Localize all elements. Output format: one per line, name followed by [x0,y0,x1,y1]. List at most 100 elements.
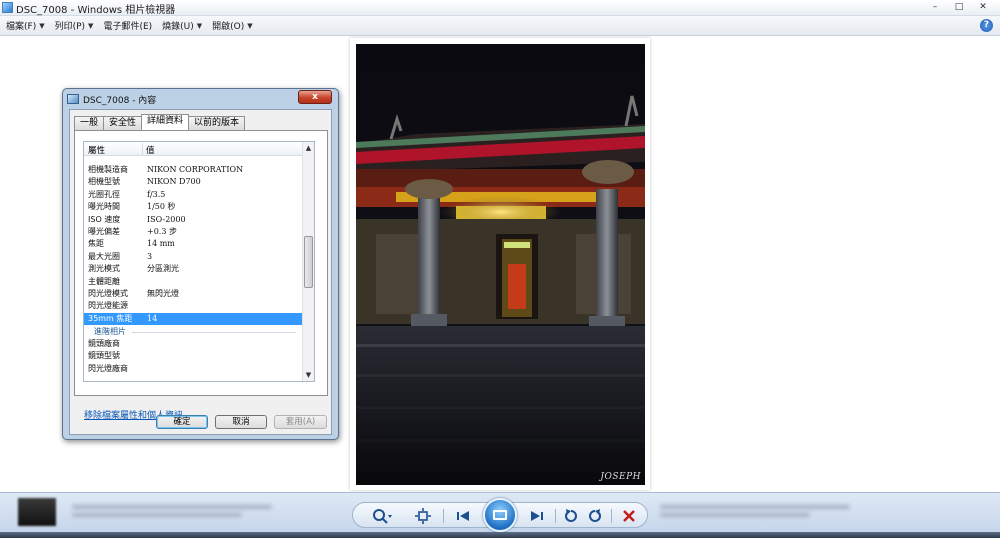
scroll-thumb[interactable] [304,236,313,288]
rotate-ccw-icon[interactable] [561,507,581,525]
tab-details[interactable]: 詳細資料 [141,114,190,130]
tab-security[interactable]: 安全性 [103,116,143,130]
scroll-up-icon[interactable]: ▲ [303,142,314,154]
table-row[interactable]: 最大光圈 3 [84,251,304,263]
table-row[interactable]: 曝光偏差 +0.3 步 [84,226,304,238]
table-row[interactable]: 閃光燈能源 [84,300,304,312]
properties-dialog: DSC_7008 - 內容 x 一般 安全性 詳細資料 以前的版本 屬性 值 相… [62,88,339,440]
table-row[interactable]: 閃光燈廠商 [84,363,304,375]
os-taskbar [0,532,1000,538]
property-value: 分區測光 [147,264,179,274]
menu-burn[interactable]: 燒錄(U) ▼ [162,19,202,33]
table-row[interactable]: 測光模式 分區測光 [84,263,304,275]
scroll-down-icon[interactable]: ▼ [303,369,314,381]
dialog-title-bar: DSC_7008 - 內容 [67,92,156,106]
property-value: 3 [147,251,153,261]
menu-burn-label: 燒錄(U) [162,22,194,32]
menu-bar: 檔案(F) ▼ 列印(P) ▼ 電子郵件(E) 燒錄(U) ▼ 開啟(O) ▼ … [0,16,1000,36]
window-controls: – □ ✕ [924,0,994,15]
delete-icon[interactable] [619,507,639,525]
menu-email[interactable]: 電子郵件(E) [103,19,152,32]
fit-window-icon[interactable] [413,507,433,525]
tab-previous-versions[interactable]: 以前的版本 [188,116,246,130]
property-key: 主體距離 [88,276,120,286]
dialog-close-button[interactable]: x [298,90,332,104]
title-bar: DSC_7008 - Windows 相片檢視器 – □ ✕ [0,0,1000,16]
property-key: 曝光時間 [88,202,120,212]
rotate-cw-icon[interactable] [585,507,605,525]
property-value: 14 mm [147,239,175,249]
file-icon [67,94,79,104]
app-icon [2,2,13,13]
maximize-button[interactable]: □ [948,0,970,14]
property-list[interactable]: 屬性 值 相機製造商 NIKON CORPORATION 相機型號 NIKON D7… [83,141,315,382]
property-key: 測光模式 [88,264,120,274]
help-icon[interactable]: ? [980,19,993,32]
property-key: 曝光偏差 [88,226,120,236]
next-icon[interactable] [527,507,547,525]
menu-email-label: 電子郵件(E) [103,22,153,32]
property-key: ISO 速度 [88,214,121,224]
property-value: ISO-2000 [147,214,186,224]
column-value[interactable]: 值 [146,144,155,156]
column-separator[interactable] [142,143,143,155]
toolbar-separator [555,509,556,523]
property-value: NIKON CORPORATION [147,165,244,174]
property-value: f/3.5 [147,189,166,199]
blurred-file-info [72,501,292,523]
menu-open[interactable]: 開啟(O) ▼ [212,19,253,33]
table-row[interactable]: 相機型號 NIKON D700 [84,176,304,188]
playback-controls [352,498,648,532]
property-key: 35mm 焦距 [88,313,133,323]
dialog-body: 一般 安全性 詳細資料 以前的版本 屬性 值 相機製造商 NIKON CORPOR… [69,109,332,435]
table-row[interactable]: 曝光時間 1/50 秒 [84,201,304,213]
table-row[interactable]: 主體距離 [84,276,304,288]
previous-icon[interactable] [453,507,473,525]
chevron-down-icon: ▼ [39,21,45,30]
menu-print[interactable]: 列印(P) ▼ [55,19,94,33]
property-key: 鏡頭廠商 [88,339,120,349]
property-value: 1/50 秒 [147,202,176,212]
table-row-selected[interactable]: 35mm 焦距 14 [84,312,304,326]
property-key: 光圈孔徑 [88,189,120,199]
table-row[interactable]: 光圈孔徑 f/3.5 [84,189,304,201]
photo[interactable]: JOSEPH [356,44,645,485]
property-key: 相機型號 [88,177,120,187]
vertical-scrollbar[interactable]: ▲ ▼ [302,142,314,381]
column-property[interactable]: 屬性 [88,144,105,156]
apply-button[interactable]: 套用(A) [274,415,327,429]
property-value: 無閃光燈 [147,288,179,298]
property-value: 14 [147,313,158,323]
table-row[interactable]: 焦距 14 mm [84,238,304,250]
chevron-down-icon: ▼ [88,21,94,30]
menu-open-label: 開啟(O) [212,22,245,32]
chevron-down-icon: ▼ [247,21,253,30]
property-key: 相機製造商 [88,165,128,174]
property-list-header: 屬性 值 [84,142,304,156]
slideshow-icon[interactable] [483,498,517,532]
toolbar-separator [443,509,444,523]
table-row[interactable]: 鏡頭型號 [84,350,304,362]
cancel-button[interactable]: 取消 [215,415,267,429]
toolbar-separator [611,509,612,523]
close-button[interactable]: ✕ [972,0,994,14]
table-row[interactable]: 閃光燈模式 無閃光燈 [84,288,304,300]
property-rows: 相機製造商 NIKON CORPORATION 相機型號 NIKON D700 光圈… [84,164,304,375]
table-row[interactable]: 鏡頭廠商 [84,338,304,350]
dialog-title: DSC_7008 - 內容 [83,95,157,106]
minimize-button[interactable]: – [924,0,946,14]
menu-file-label: 檔案(F) [6,22,37,32]
property-value: +0.3 步 [147,226,177,236]
table-row[interactable]: ISO 速度 ISO-2000 [84,214,304,226]
magnifier-icon[interactable] [369,507,395,525]
property-key: 焦距 [88,239,104,249]
tab-general[interactable]: 一般 [74,116,105,130]
property-key: 最大光圈 [88,251,120,261]
ok-button[interactable]: 確定 [156,415,208,429]
dialog-tabs: 一般 安全性 詳細資料 以前的版本 [74,114,246,130]
table-row[interactable]: 相機製造商 NIKON CORPORATION [84,164,304,176]
thumbnail-preview [18,498,56,526]
property-key: 閃光燈廠商 [88,363,128,373]
menu-file[interactable]: 檔案(F) ▼ [6,19,45,33]
property-key: 鏡頭型號 [88,351,120,361]
